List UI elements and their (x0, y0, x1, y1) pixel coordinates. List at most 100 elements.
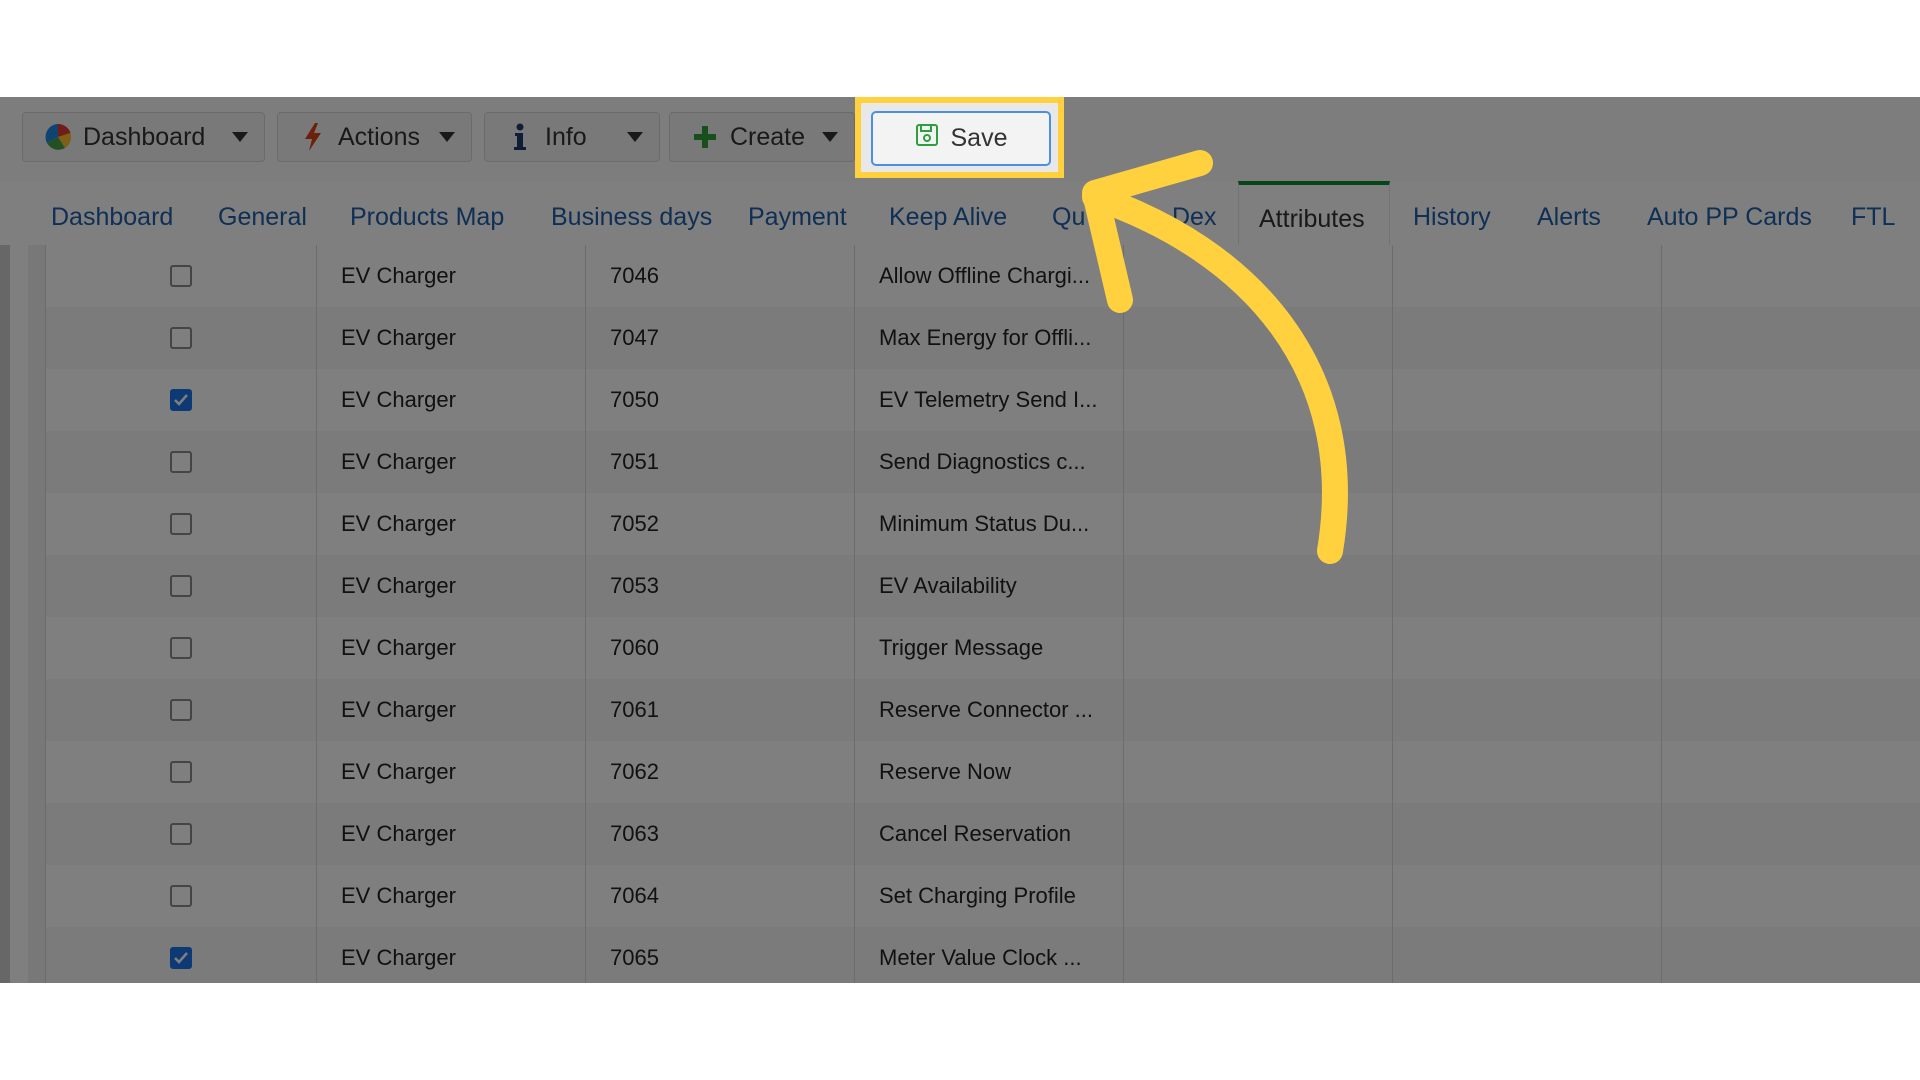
save-button[interactable]: Save (871, 111, 1051, 166)
id-cell: 7047 (586, 307, 855, 369)
select-cell (46, 865, 317, 927)
tab-auto-pp-cards[interactable]: Auto PP Cards (1647, 203, 1812, 232)
type-cell: EV Charger (317, 617, 586, 679)
select-cell (46, 431, 317, 493)
empty-cell (1662, 555, 1920, 617)
row-checkbox[interactable] (170, 389, 192, 411)
type-cell: EV Charger (317, 803, 586, 865)
type-cell: EV Charger (317, 555, 586, 617)
chevron-down-icon (822, 132, 838, 142)
select-cell (46, 493, 317, 555)
chevron-down-icon (627, 132, 643, 142)
checkmark-icon (174, 394, 188, 406)
tab-payment[interactable]: Payment (748, 203, 847, 232)
table-row[interactable]: EV Charger 7047 Max Energy for Offli... (46, 307, 1920, 369)
create-menu-button[interactable]: Create (669, 112, 855, 162)
table-row[interactable]: EV Charger 7050 EV Telemetry Send I... (46, 369, 1920, 431)
actions-menu-button[interactable]: Actions (277, 112, 472, 162)
info-menu-label: Info (545, 122, 587, 151)
id-cell: 7053 (586, 555, 855, 617)
empty-cell (1393, 617, 1662, 679)
empty-cell (1393, 369, 1662, 431)
save-button-label: Save (950, 124, 1008, 152)
tab-keep-alive[interactable]: Keep Alive (889, 203, 1007, 232)
plus-icon (690, 122, 720, 152)
name-cell: EV Telemetry Send I... (855, 369, 1124, 431)
tab-alerts[interactable]: Alerts (1537, 203, 1601, 232)
attributes-table: EV Charger 7046 Allow Offline Chargi... EV … (0, 245, 1920, 983)
table-row[interactable]: EV Charger 7046 Allow Offline Chargi... (46, 245, 1920, 307)
tab-history[interactable]: History (1413, 203, 1491, 232)
empty-cell (1662, 927, 1920, 983)
empty-cell (1124, 617, 1393, 679)
empty-cell (1393, 493, 1662, 555)
row-checkbox[interactable] (170, 947, 192, 969)
row-checkbox[interactable] (170, 327, 192, 349)
chevron-down-icon (439, 132, 455, 142)
select-cell (46, 369, 317, 431)
id-cell: 7052 (586, 493, 855, 555)
type-cell: EV Charger (317, 927, 586, 983)
name-cell: Max Energy for Offli... (855, 307, 1124, 369)
table-row[interactable]: EV Charger 7061 Reserve Connector ... (46, 679, 1920, 741)
id-cell: 7046 (586, 245, 855, 307)
empty-cell (1393, 865, 1662, 927)
id-cell: 7060 (586, 617, 855, 679)
empty-cell (1393, 741, 1662, 803)
table-row[interactable]: EV Charger 7063 Cancel Reservation (46, 803, 1920, 865)
tab-qu[interactable]: Qu (1052, 203, 1085, 232)
pie-chart-icon (43, 122, 73, 152)
table-row[interactable]: EV Charger 7052 Minimum Status Du... (46, 493, 1920, 555)
tab-attributes[interactable]: Attributes (1238, 181, 1390, 245)
row-checkbox[interactable] (170, 575, 192, 597)
id-cell: 7050 (586, 369, 855, 431)
dashboard-menu-button[interactable]: Dashboard (22, 112, 265, 162)
table-row[interactable]: EV Charger 7062 Reserve Now (46, 741, 1920, 803)
type-cell: EV Charger (317, 865, 586, 927)
table-row[interactable]: EV Charger 7053 EV Availability (46, 555, 1920, 617)
tab-dashboard[interactable]: Dashboard (51, 203, 173, 232)
row-checkbox[interactable] (170, 265, 192, 287)
empty-cell (1124, 493, 1393, 555)
table-row[interactable]: EV Charger 7065 Meter Value Clock ... (46, 927, 1920, 983)
tab-ftl[interactable]: FTL (1851, 203, 1895, 232)
empty-cell (1393, 245, 1662, 307)
row-checkbox[interactable] (170, 451, 192, 473)
table-row[interactable]: EV Charger 7051 Send Diagnostics c... (46, 431, 1920, 493)
row-checkbox[interactable] (170, 823, 192, 845)
info-menu-button[interactable]: Info (484, 112, 660, 162)
table-row[interactable]: EV Charger 7060 Trigger Message (46, 617, 1920, 679)
empty-cell (1662, 865, 1920, 927)
row-checkbox[interactable] (170, 637, 192, 659)
table-row[interactable]: EV Charger 7064 Set Charging Profile (46, 865, 1920, 927)
row-checkbox[interactable] (170, 699, 192, 721)
empty-cell (1393, 679, 1662, 741)
empty-cell (1393, 927, 1662, 983)
empty-cell (1662, 245, 1920, 307)
empty-cell (1662, 803, 1920, 865)
empty-cell (1124, 431, 1393, 493)
chevron-down-icon (232, 132, 248, 142)
select-cell (46, 245, 317, 307)
dashboard-menu-label: Dashboard (83, 122, 206, 151)
empty-cell (1662, 431, 1920, 493)
name-cell: Allow Offline Chargi... (855, 245, 1124, 307)
tab-products-map[interactable]: Products Map (350, 203, 504, 232)
name-cell: Reserve Connector ... (855, 679, 1124, 741)
name-cell: Set Charging Profile (855, 865, 1124, 927)
row-checkbox[interactable] (170, 761, 192, 783)
tab-bar: Dashboard General Products Map Business … (0, 181, 1920, 245)
tab-general[interactable]: General (218, 203, 307, 232)
type-cell: EV Charger (317, 245, 586, 307)
row-gutter (28, 245, 46, 983)
name-cell: Meter Value Clock ... (855, 927, 1124, 983)
tab-dex[interactable]: Dex (1172, 203, 1216, 232)
row-checkbox[interactable] (170, 513, 192, 535)
empty-cell (1393, 803, 1662, 865)
select-cell (46, 307, 317, 369)
id-cell: 7065 (586, 927, 855, 983)
tab-business-days[interactable]: Business days (551, 203, 712, 232)
row-checkbox[interactable] (170, 885, 192, 907)
empty-cell (1393, 431, 1662, 493)
name-cell: Trigger Message (855, 617, 1124, 679)
